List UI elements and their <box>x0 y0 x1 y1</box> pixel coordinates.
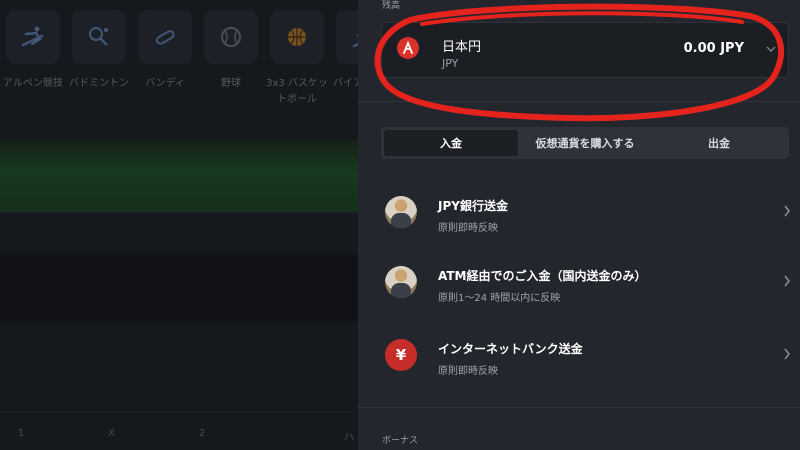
deposit-method-bank-transfer[interactable]: JPY銀行送金 原則即時反映 <box>381 187 791 239</box>
deposit-method-atm[interactable]: ATM経由でのご入金（国内送金のみ） 原則1〜24 時間以内に反映 <box>381 257 791 309</box>
deposit-method-internet-bank[interactable]: ¥ インターネットバンク送金 原則即時反映 <box>381 330 791 382</box>
tab-buy-crypto[interactable]: 仮想通貨を購入する <box>518 130 652 156</box>
method-title: ATM経由でのご入金（国内送金のみ） <box>438 269 647 283</box>
bank-transfer-avatar <box>385 196 417 228</box>
divider <box>358 101 800 102</box>
chevron-right-icon <box>784 205 790 217</box>
yen-icon: ¥ <box>385 339 417 371</box>
method-subtitle: 原則1〜24 時間以内に反映 <box>438 293 561 304</box>
modal-overlay[interactable] <box>0 0 358 450</box>
method-subtitle: 原則即時反映 <box>438 223 498 234</box>
method-title: JPY銀行送金 <box>438 199 508 213</box>
currency-name: 日本円 <box>442 40 482 55</box>
balance-section-label: 残高 <box>382 1 401 11</box>
background-sportsbook: アルペン競技 バドミントン バンディ 野球 3x3 バスケットボール バイ 1 … <box>0 0 358 450</box>
atm-avatar <box>385 266 417 298</box>
method-subtitle: 原則即時反映 <box>438 366 498 377</box>
bonus-section-label: ボーナス <box>382 436 419 446</box>
method-title: インターネットバンク送金 <box>438 342 583 356</box>
tab-deposit[interactable]: 入金 <box>384 130 518 156</box>
currency-code: JPY <box>442 57 459 70</box>
currency-selector[interactable]: 日本円 JPY 0.00 JPY <box>381 22 789 78</box>
balance-amount: 0.00 JPY <box>683 41 744 56</box>
chevron-down-icon <box>766 46 776 52</box>
wallet-tabs: 入金 仮想通貨を購入する 出金 <box>381 127 789 159</box>
divider <box>358 407 800 408</box>
chevron-right-icon <box>784 348 790 360</box>
tab-withdraw[interactable]: 出金 <box>652 130 786 156</box>
flag-jp-icon <box>397 37 419 59</box>
chevron-right-icon <box>784 275 790 287</box>
wallet-panel: 残高 日本円 JPY 0.00 JPY 入金 仮想通貨を購入する 出金 JPY銀… <box>358 0 800 450</box>
